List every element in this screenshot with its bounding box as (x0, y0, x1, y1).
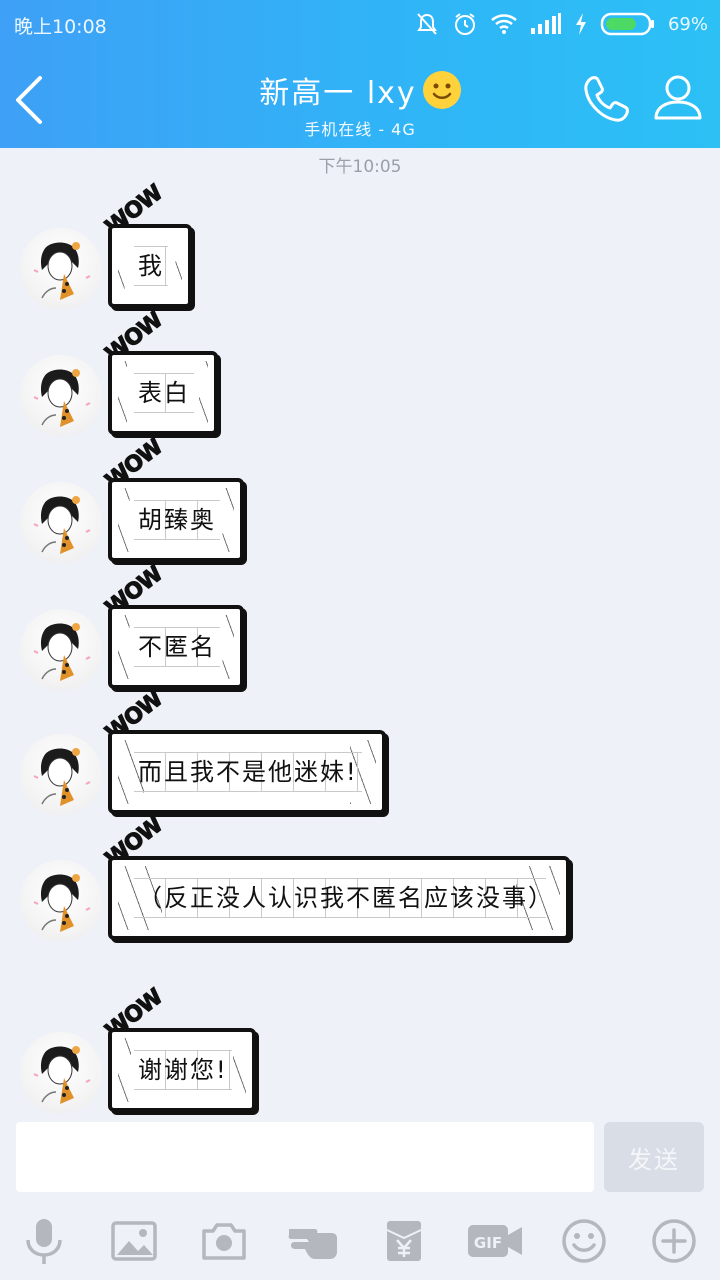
mic-icon (26, 1219, 62, 1264)
message-input[interactable] (16, 1122, 594, 1192)
avatar[interactable] (20, 482, 102, 564)
gif-button[interactable]: GIF (466, 1214, 524, 1268)
message-bubble[interactable]: WOW 表白 (101, 307, 218, 435)
svg-text:GIF: GIF (474, 1234, 502, 1252)
back-button[interactable] (10, 70, 50, 130)
plus-icon (652, 1219, 696, 1263)
composer: 发送 (0, 1112, 720, 1202)
person-icon (654, 75, 702, 120)
avatar-illustration (33, 874, 91, 932)
avatar-illustration (33, 1046, 91, 1104)
message-text: 我 (134, 246, 168, 286)
image-icon (111, 1221, 157, 1261)
status-bar: 晚上10:08 69% (0, 0, 720, 50)
smiley-emoji-icon (422, 71, 461, 109)
phone-icon (584, 76, 629, 122)
emoji-icon (562, 1219, 606, 1263)
battery-icon (600, 12, 654, 36)
message-bubble[interactable]: WOW 而且我不是他迷妹! (101, 686, 386, 814)
chat-title-text: 新高一 lxy (259, 76, 417, 111)
image-button[interactable] (106, 1214, 162, 1268)
chevron-left-icon (16, 76, 42, 124)
message-text: 表白 (134, 373, 194, 413)
voice-input-button[interactable] (16, 1214, 72, 1268)
message-text: 谢谢您! (134, 1050, 232, 1090)
status-time: 晚上10:08 (14, 16, 107, 38)
avatar-illustration (33, 496, 91, 554)
message-bubble[interactable]: WOW 谢谢您! (101, 984, 256, 1112)
avatar-illustration (33, 369, 91, 427)
poke-button[interactable] (286, 1214, 348, 1268)
chat-subtitle: 手机在线 - 4G (304, 120, 416, 139)
camera-button[interactable] (196, 1214, 252, 1268)
composer-toolbar: GIF (0, 1200, 720, 1280)
wifi-icon (491, 14, 517, 34)
avatar[interactable] (20, 734, 102, 816)
chat-title-area[interactable]: 新高一 lxy 手机在线 - 4G (180, 68, 540, 140)
message-text: 不匿名 (134, 627, 220, 667)
signal-icon (530, 13, 561, 34)
mute-bell-icon (417, 13, 437, 35)
avatar[interactable] (20, 609, 102, 691)
poke-icon (288, 1229, 337, 1259)
message-bubble[interactable]: WOW （反正没人认识我不匿名应该没事） (101, 812, 570, 940)
message-text: 胡臻奥 (134, 500, 220, 540)
voice-call-button[interactable] (578, 72, 634, 128)
avatar-illustration (33, 748, 91, 806)
profile-button[interactable] (650, 70, 706, 126)
gif-icon: GIF (468, 1225, 522, 1257)
red-packet-icon (386, 1221, 422, 1261)
emoji-button[interactable] (556, 1214, 612, 1268)
avatar[interactable] (20, 860, 102, 942)
avatar[interactable] (20, 355, 102, 437)
message-text: （反正没人认识我不匿名应该没事） (134, 878, 552, 918)
charging-icon (575, 13, 586, 35)
message-text: 而且我不是他迷妹! (134, 752, 362, 792)
chat-title: 新高一 lxy (259, 68, 461, 112)
chat-header: 晚上10:08 69% 新高一 lxy 手机在线 - 4G (0, 0, 720, 148)
message-bubble[interactable]: WOW 胡臻奥 (101, 434, 244, 562)
send-button[interactable]: 发送 (604, 1122, 704, 1192)
avatar-illustration (33, 623, 91, 681)
message-bubble[interactable]: WOW 不匿名 (101, 561, 244, 689)
avatar[interactable] (20, 1032, 102, 1114)
red-packet-button[interactable] (376, 1214, 432, 1268)
avatar[interactable] (20, 228, 102, 310)
more-button[interactable] (646, 1214, 702, 1268)
message-timestamp: 下午10:05 (318, 157, 402, 177)
status-icons: 69% (414, 8, 708, 40)
camera-icon (202, 1223, 246, 1260)
battery-percent: 69% (667, 13, 708, 35)
message-bubble[interactable]: WOW 我 (101, 180, 192, 308)
alarm-icon (454, 13, 475, 35)
avatar-illustration (33, 242, 91, 300)
